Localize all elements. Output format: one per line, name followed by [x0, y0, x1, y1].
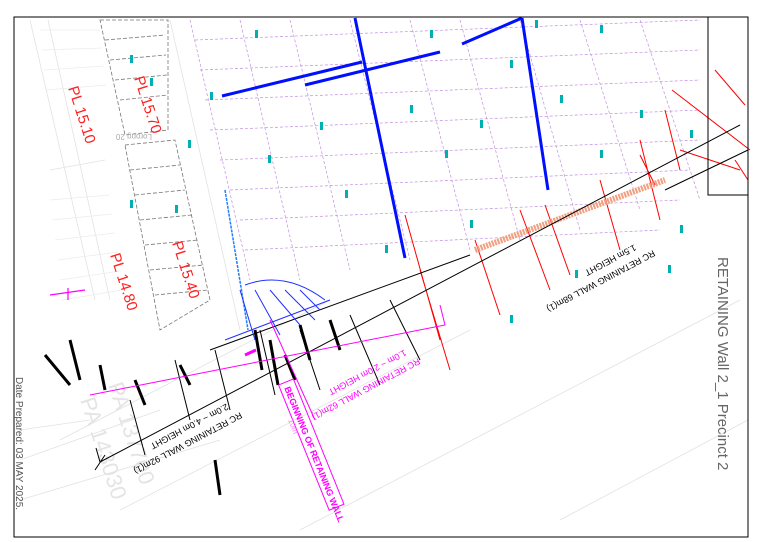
platform-level-4: PL 15.40 [168, 239, 203, 301]
cad-drawing: PL 15.10 PL 15.70 PL 14.80 PL 15.40 Loro… [13, 16, 751, 538]
drain-thin [224, 189, 249, 331]
road-label: Lorong 20 [115, 132, 152, 141]
wall-segment-3: RC RETAINING WALL 68m(1) 1.5m HEIGHT [545, 242, 657, 314]
platform-level-3: PL 14.80 [106, 251, 141, 313]
wall-segment-2-name: RC RETAINING WALL 62m(1) [310, 356, 422, 422]
wall-segment-3-name: RC RETAINING WALL 68m(1) [545, 248, 657, 314]
drawing-title: RETAINING Wall 2_1 Precinct 2 [714, 257, 731, 470]
platform-levels: PL 15.10 PL 15.70 PL 14.80 PL 15.40 [64, 74, 203, 313]
wall-segment-2: RC RETAINING WALL 62m(1) 1.0m ~ 2.0m HEI… [310, 348, 422, 422]
drain-lines [221, 16, 550, 259]
date-prepared: Date Prepared: 03 MAY 2025. [13, 377, 24, 510]
background-lot-labels: PA 143030 PA 137700 [75, 379, 160, 503]
platform-level-2: PL 15.70 [130, 74, 165, 136]
